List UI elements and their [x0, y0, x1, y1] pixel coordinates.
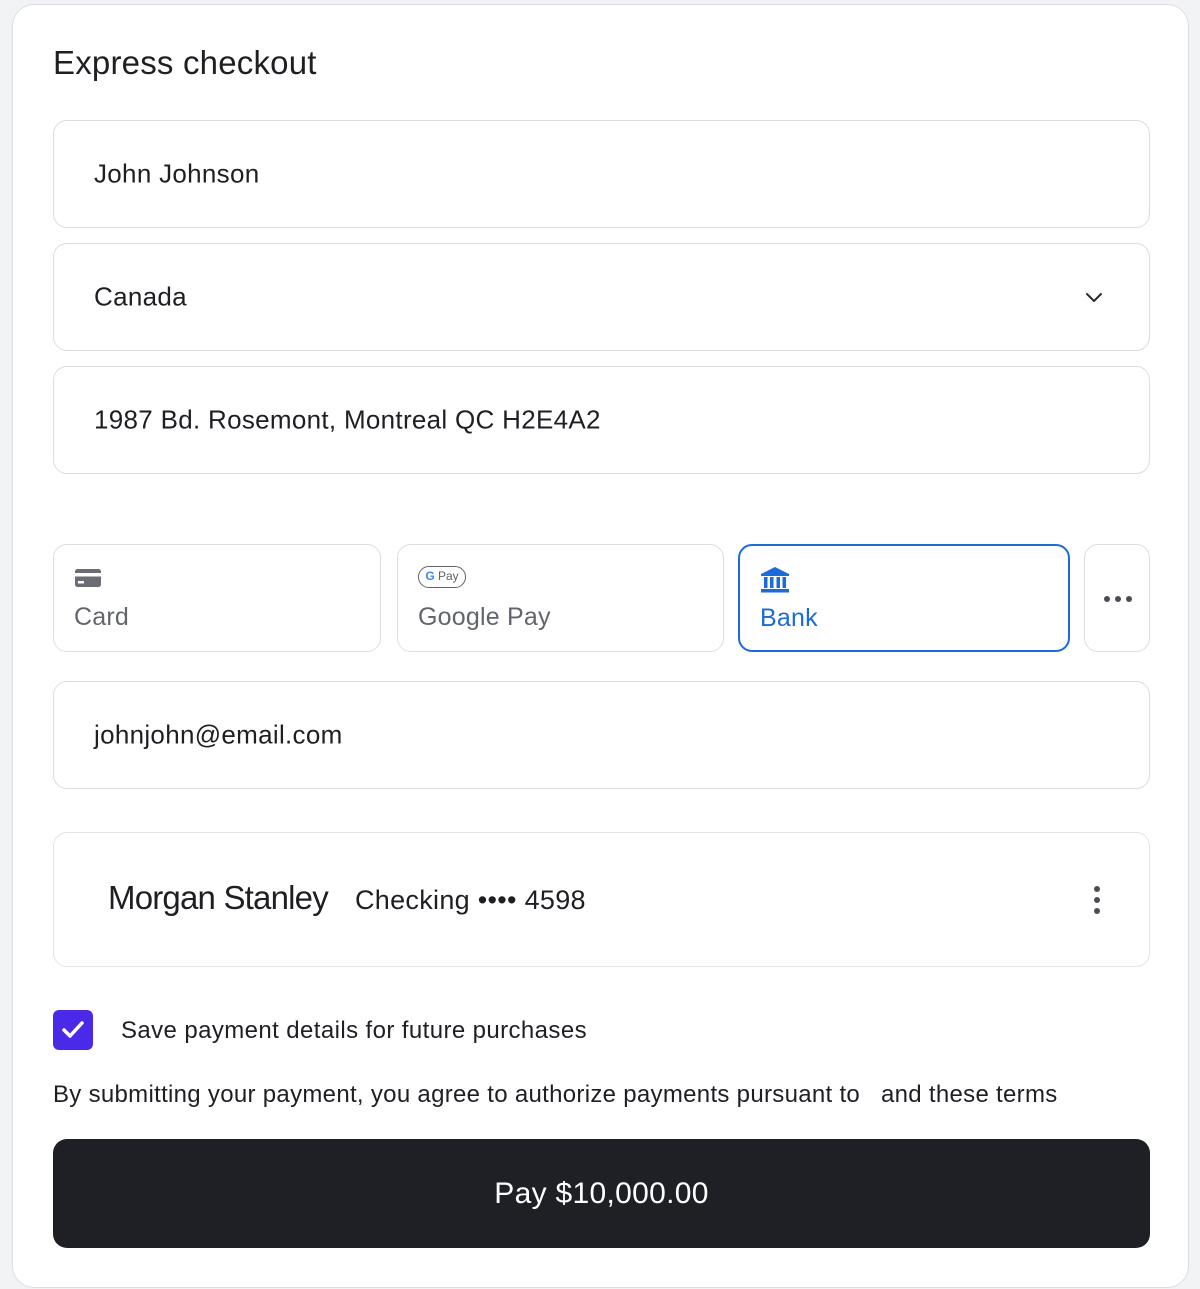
- email-field[interactable]: johnjohn@email.com: [53, 681, 1150, 789]
- bank-icon: [761, 567, 789, 593]
- address-field[interactable]: 1987 Bd. Rosemont, Montreal QC H2E4A2: [53, 366, 1150, 474]
- tab-google-pay[interactable]: G Pay Google Pay: [397, 544, 724, 652]
- save-details-label: Save payment details for future purchase…: [121, 1017, 587, 1044]
- name-value: John Johnson: [94, 158, 260, 189]
- tab-bank[interactable]: Bank: [738, 544, 1070, 652]
- checkmark-icon: [62, 1021, 84, 1038]
- page-title: Express checkout: [53, 44, 317, 81]
- tab-google-pay-label: Google Pay: [418, 603, 551, 631]
- address-value: 1987 Bd. Rosemont, Montreal QC H2E4A2: [94, 404, 601, 435]
- more-methods-button[interactable]: [1084, 544, 1150, 652]
- bank-logo: Morgan Stanley: [108, 879, 329, 916]
- name-field[interactable]: John Johnson: [53, 120, 1150, 228]
- country-select[interactable]: Canada: [53, 243, 1150, 351]
- credit-card-icon: [75, 569, 101, 587]
- google-pay-icon: G Pay: [418, 566, 466, 588]
- country-value: Canada: [94, 281, 187, 312]
- tab-bank-label: Bank: [760, 604, 818, 632]
- terms-text: By submitting your payment, you agree to…: [53, 1081, 1058, 1108]
- more-vertical-icon[interactable]: [1093, 885, 1101, 915]
- chevron-down-icon: [1086, 293, 1102, 302]
- bank-account-row[interactable]: Morgan Stanley Checking •••• 4598: [53, 832, 1150, 967]
- more-horizontal-icon: [1104, 596, 1132, 602]
- tab-card-label: Card: [74, 603, 129, 631]
- pay-button[interactable]: Pay $10,000.00: [53, 1139, 1150, 1248]
- email-value: johnjohn@email.com: [94, 719, 343, 750]
- save-details-checkbox[interactable]: [53, 1010, 93, 1050]
- tab-card[interactable]: Card: [53, 544, 381, 652]
- account-label: Checking •••• 4598: [355, 885, 586, 915]
